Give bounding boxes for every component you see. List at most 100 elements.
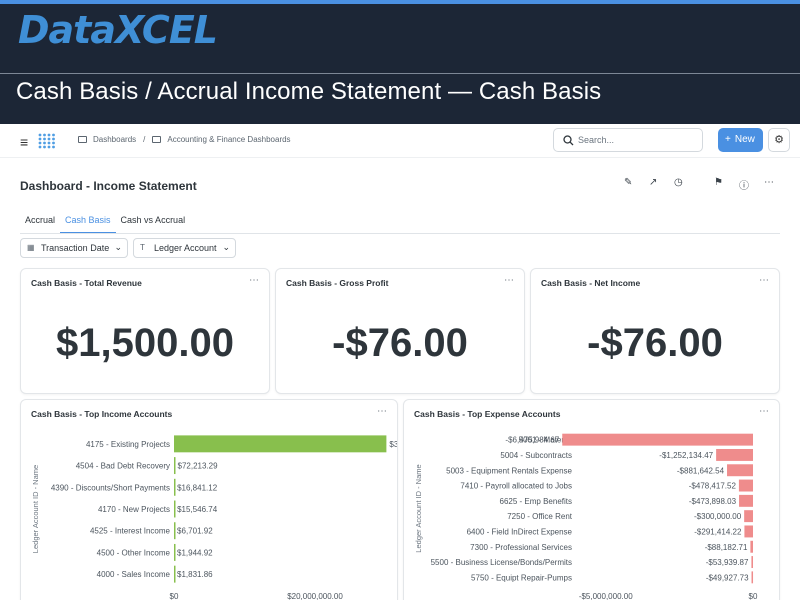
value-label: -$53,939.87 xyxy=(706,558,749,567)
x-tick-label: -$5,000,000.00 xyxy=(579,592,633,600)
more-icon[interactable]: ⋯ xyxy=(759,275,769,286)
folder-icon xyxy=(78,136,87,143)
info-icon[interactable]: ⓘ xyxy=(739,177,749,192)
card-total-revenue: Cash Basis - Total Revenue ⋯ $1,500.00 xyxy=(20,268,270,394)
bar xyxy=(751,556,753,569)
tab-divider xyxy=(20,233,780,234)
share-icon[interactable]: ↗ xyxy=(649,177,657,188)
bar xyxy=(174,478,176,496)
bar xyxy=(739,494,753,507)
category-label: 4500 - Other Income xyxy=(97,548,171,557)
category-label: 6400 - Field InDirect Expense xyxy=(467,527,573,536)
x-tick-label: $0 xyxy=(749,592,758,600)
more-icon[interactable]: ⋯ xyxy=(504,275,514,286)
breadcrumb-dashboards[interactable]: Dashboards xyxy=(93,135,136,144)
card-title: Cash Basis - Total Revenue xyxy=(31,278,142,288)
filter-transaction-date[interactable]: ▦ Transaction Date ⌄ xyxy=(20,238,128,258)
card-title: Cash Basis - Net Income xyxy=(541,278,641,288)
category-label: 4504 - Bad Debt Recovery xyxy=(76,462,170,471)
value-label: $16,841.12 xyxy=(177,483,218,492)
card-net-income: Cash Basis - Net Income ⋯ -$76.00 xyxy=(530,268,780,394)
category-label: 4000 - Sales Income xyxy=(97,570,171,579)
value-label: -$478,417.52 xyxy=(689,482,737,491)
more-icon[interactable]: ⋯ xyxy=(764,177,774,188)
tab-cash-basis[interactable]: Cash Basis xyxy=(60,210,116,234)
bar xyxy=(738,479,753,492)
x-tick-label: $0 xyxy=(170,592,179,600)
banner-divider xyxy=(0,73,800,74)
plus-icon: + xyxy=(725,134,731,145)
bar xyxy=(174,500,176,518)
gross-profit-value: -$76.00 xyxy=(332,321,468,365)
accent-strip xyxy=(0,0,800,4)
y-axis-title: Ledger Account ID - Name xyxy=(414,464,423,552)
value-label: -$291,414.22 xyxy=(694,527,742,536)
bar xyxy=(174,522,176,540)
card-top-income-accounts: Cash Basis - Top Income Accounts ⋯ Ledge… xyxy=(20,399,398,600)
category-label: 4390 - Discounts/Short Payments xyxy=(51,483,170,492)
value-label: $15,546.74 xyxy=(177,505,218,514)
chevron-down-icon: ⌄ xyxy=(222,242,230,252)
text-type-icon: T xyxy=(140,243,145,252)
folder-icon xyxy=(152,136,162,143)
search-input[interactable]: Search... xyxy=(553,128,703,152)
search-icon xyxy=(563,135,574,146)
category-label: 5500 - Business License/Bonds/Permits xyxy=(431,558,572,567)
card-gross-profit: Cash Basis - Gross Profit ⋯ -$76.00 xyxy=(275,268,525,394)
bar xyxy=(174,565,176,583)
expense-bar-chart: Ledger Account ID - Name5001 - Material-… xyxy=(414,433,758,600)
value-label: -$49,927.73 xyxy=(706,573,749,582)
category-label: 5750 - Equipt Repair-Pumps xyxy=(471,573,572,582)
category-label: 7410 - Payroll allocated to Jobs xyxy=(460,482,572,491)
bar xyxy=(750,540,753,553)
filter-label: Ledger Account xyxy=(154,243,217,253)
app-logo-icon[interactable] xyxy=(38,133,56,149)
bar xyxy=(716,448,753,461)
total-revenue-value: $1,500.00 xyxy=(56,321,234,365)
bar xyxy=(174,457,176,475)
nav-divider xyxy=(0,157,800,158)
category-label: 6625 - Emp Benefits xyxy=(500,497,572,506)
edit-icon[interactable]: ✎ xyxy=(624,177,632,188)
tab-cash-vs-accrual[interactable]: Cash vs Accrual xyxy=(116,210,191,234)
breadcrumb-accounting[interactable]: Accounting & Finance Dashboards xyxy=(167,135,290,144)
category-label: 4175 - Existing Projects xyxy=(86,440,170,449)
chevron-down-icon: ⌄ xyxy=(114,242,122,252)
history-icon[interactable]: ◷ xyxy=(674,177,683,188)
new-button[interactable]: + New xyxy=(718,128,763,152)
bookmark-icon[interactable]: ⚑ xyxy=(714,177,723,188)
bar xyxy=(174,543,176,561)
category-label: 7250 - Office Rent xyxy=(507,512,573,521)
value-label: -$473,898.03 xyxy=(689,497,737,506)
bar xyxy=(744,525,753,538)
category-label: 5004 - Subcontracts xyxy=(500,451,572,460)
value-label: $30,127,076.23 xyxy=(389,440,397,449)
net-income-value: -$76.00 xyxy=(587,321,723,365)
tab-accrual[interactable]: Accrual xyxy=(20,210,60,234)
more-icon[interactable]: ⋯ xyxy=(249,275,259,286)
card-title: Cash Basis - Gross Profit xyxy=(286,278,389,288)
bar xyxy=(562,433,753,446)
card-top-expense-accounts: Cash Basis - Top Expense Accounts ⋯ Ledg… xyxy=(403,399,780,600)
breadcrumb: Dashboards / Accounting & Finance Dashbo… xyxy=(78,135,291,144)
x-tick-label: $20,000,000.00 xyxy=(287,592,343,600)
brand-banner: DataXCEL Cash Basis / Accrual Income Sta… xyxy=(0,0,800,124)
income-bar-chart: Ledger Account ID - Name 4175 - Existing … xyxy=(31,435,397,600)
category-label: 7300 - Professional Services xyxy=(470,543,572,552)
bar xyxy=(727,464,753,477)
value-label: -$300,000.00 xyxy=(694,512,742,521)
hamburger-menu-icon[interactable]: ≡ xyxy=(20,134,28,150)
bar xyxy=(751,571,754,584)
bar xyxy=(744,510,753,523)
category-label: 4170 - New Projects xyxy=(98,505,170,514)
datax-logo: DataXCEL xyxy=(18,8,218,52)
calendar-icon: ▦ xyxy=(27,243,35,252)
dashboard-title: Dashboard - Income Statement xyxy=(20,179,197,193)
filter-ledger-account[interactable]: T Ledger Account ⌄ xyxy=(133,238,236,258)
value-label: -$88,182.71 xyxy=(705,543,748,552)
value-label: $1,944.92 xyxy=(177,548,213,557)
gear-icon[interactable]: ⚙ xyxy=(768,128,790,152)
value-label: -$1,252,134.47 xyxy=(659,451,713,460)
bar xyxy=(174,435,387,453)
page-title: Cash Basis / Accrual Income Statement — … xyxy=(16,78,602,105)
